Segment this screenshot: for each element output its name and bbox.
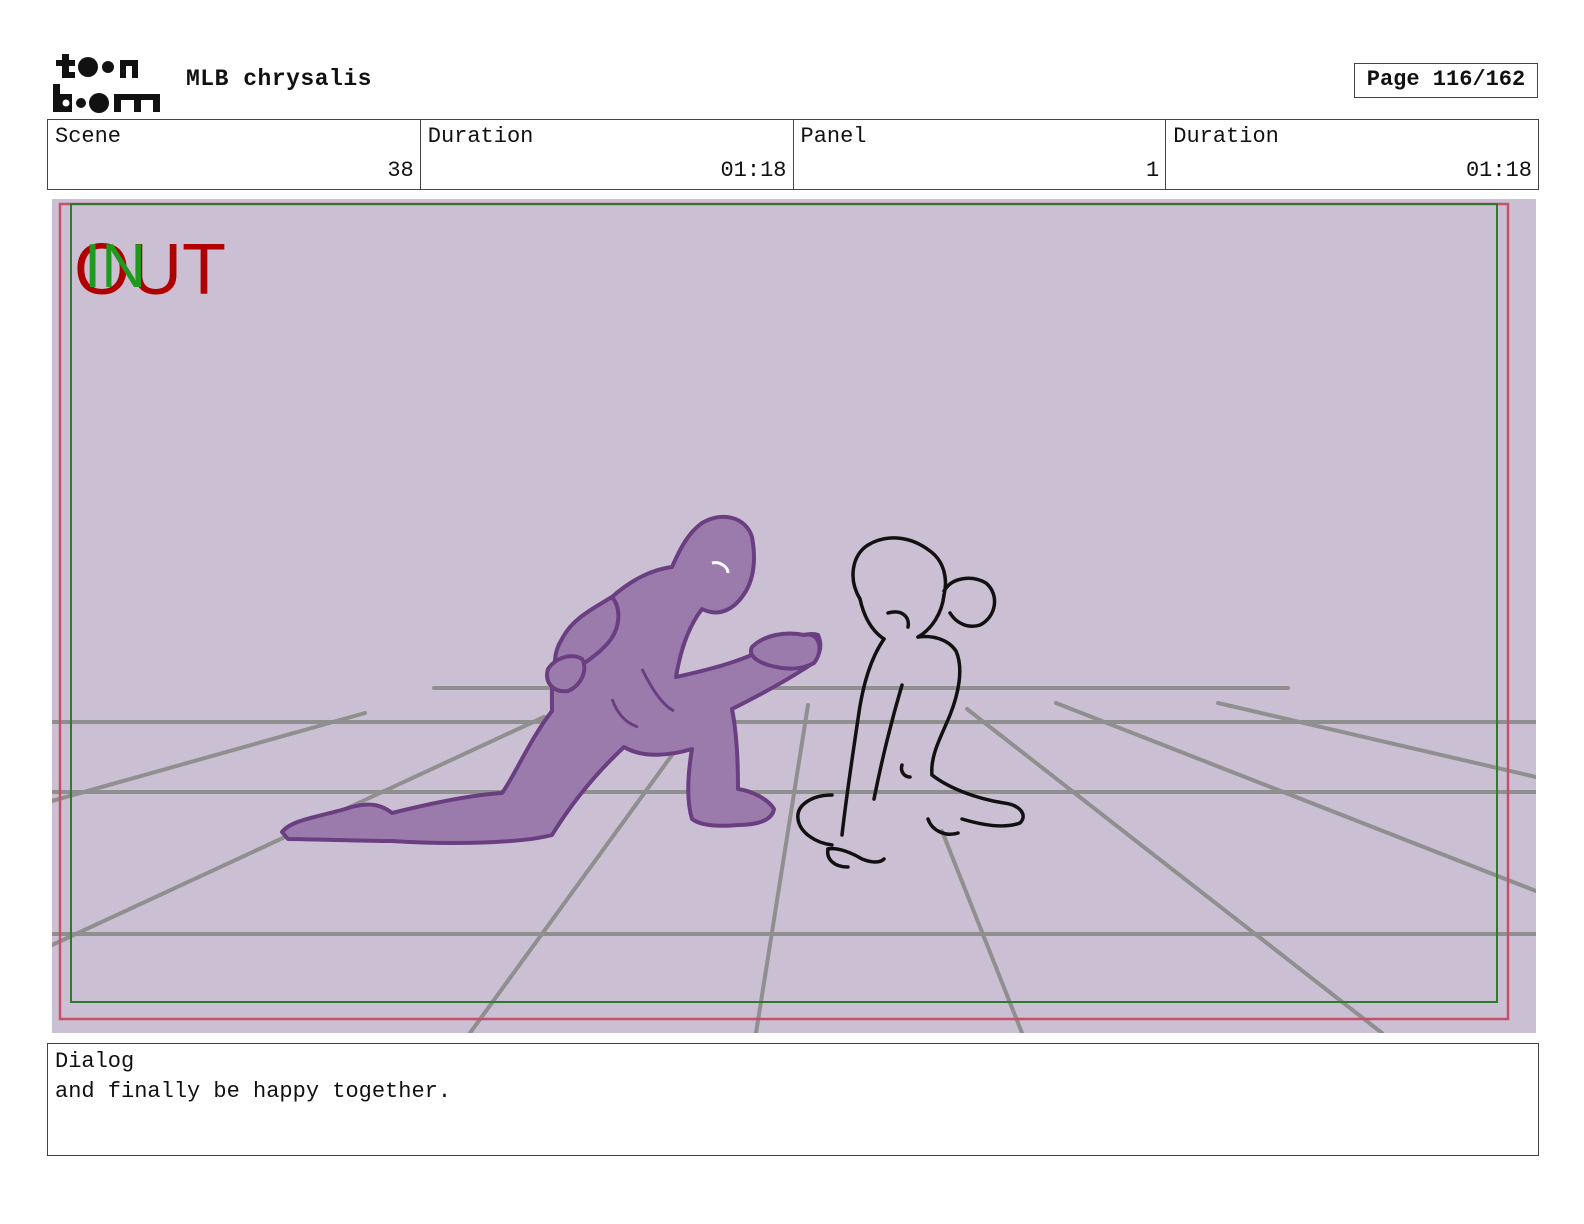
scene-duration-cell: Duration 01:18: [421, 120, 794, 189]
panel-label: Panel: [800, 124, 867, 149]
toon-boom-logo: [52, 50, 164, 114]
scene-value: 38: [387, 158, 414, 183]
in-frame: [70, 203, 1498, 1003]
dialog-label: Dialog: [55, 1049, 135, 1074]
dialog-box: Dialog and finally be happy together.: [47, 1043, 1539, 1156]
panel-duration-label: Duration: [1173, 124, 1279, 149]
out-frame: [58, 202, 1510, 1021]
page-indicator: Page 116/162: [1354, 63, 1538, 98]
floor-grid: [52, 686, 1536, 1033]
panel-duration-value: 01:18: [1465, 158, 1532, 183]
scene-label: Scene: [55, 124, 122, 149]
storyboard-panel: OUT IN: [52, 199, 1536, 1033]
scene-info-table: Scene 38 Duration 01:18 Panel 1 Duration…: [47, 119, 1539, 190]
project-title: MLB chrysalis: [186, 66, 372, 92]
panel-cell: Panel 1: [794, 120, 1167, 189]
scene-cell: Scene 38: [48, 120, 421, 189]
panel-value: 1: [1146, 158, 1160, 183]
kneeling-figure: [280, 514, 823, 845]
panel-duration-cell: Duration 01:18: [1166, 120, 1538, 189]
scene-duration-value: 01:18: [720, 158, 787, 183]
panel-drawing: OUT IN: [52, 202, 1536, 1033]
in-marker: IN: [84, 232, 146, 301]
scene-duration-label: Duration: [427, 124, 534, 149]
dialog-text: and finally be happy together.: [55, 1079, 452, 1104]
seated-figure: [796, 536, 1025, 869]
